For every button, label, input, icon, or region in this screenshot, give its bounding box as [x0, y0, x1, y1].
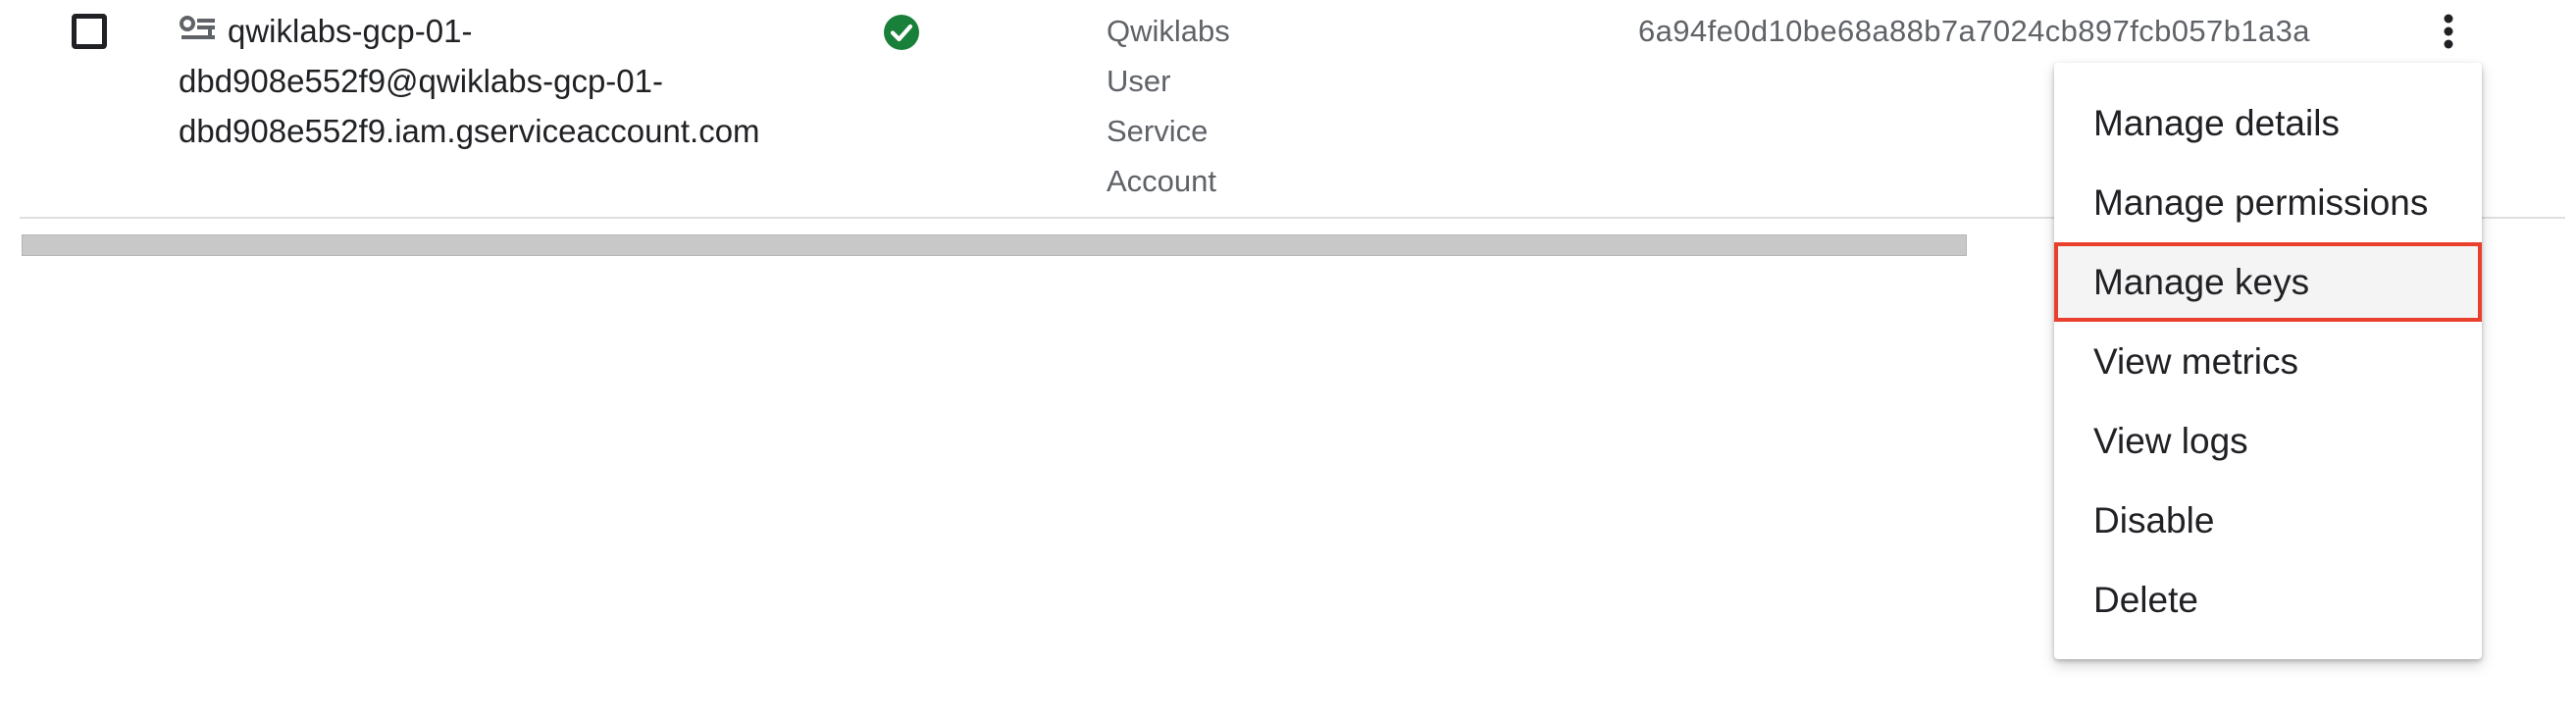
name-line-2: User: [1107, 64, 1171, 98]
name-line-1: Qwiklabs: [1107, 14, 1230, 48]
menu-item-manage-details[interactable]: Manage details: [2054, 83, 2482, 163]
name-line-3: Service: [1107, 114, 1209, 148]
menu-item-manage-keys[interactable]: Manage keys: [2054, 242, 2482, 322]
email-line-3: dbd908e552f9.iam.gserviceaccount.com: [179, 113, 760, 149]
service-account-key-icon: [180, 16, 215, 39]
menu-item-delete[interactable]: Delete: [2054, 560, 2482, 640]
email-line-2: dbd908e552f9@qwiklabs-gcp-01-: [179, 63, 663, 99]
name-line-4: Account: [1107, 164, 1217, 198]
menu-item-disable[interactable]: Disable: [2054, 481, 2482, 560]
row-checkbox[interactable]: [72, 14, 107, 49]
email-line-1: qwiklabs-gcp-01-: [228, 13, 473, 49]
key-id: 6a94fe0d10be68a88b7a7024cb897fcb057b1a3a: [1638, 14, 2310, 48]
row-actions-menu: Manage details Manage permissions Manage…: [2054, 63, 2482, 659]
service-account-email: qwiklabs-gcp-01- dbd908e552f9@qwiklabs-g…: [179, 6, 806, 156]
menu-item-view-logs[interactable]: View logs: [2054, 401, 2482, 481]
service-account-name: Qwiklabs User Service Account: [1107, 6, 1303, 206]
horizontal-scrollbar[interactable]: [22, 234, 1967, 256]
menu-item-view-metrics[interactable]: View metrics: [2054, 322, 2482, 401]
menu-item-manage-permissions[interactable]: Manage permissions: [2054, 163, 2482, 242]
check-circle-icon: [884, 15, 919, 50]
more-vert-icon[interactable]: [2425, 8, 2472, 55]
